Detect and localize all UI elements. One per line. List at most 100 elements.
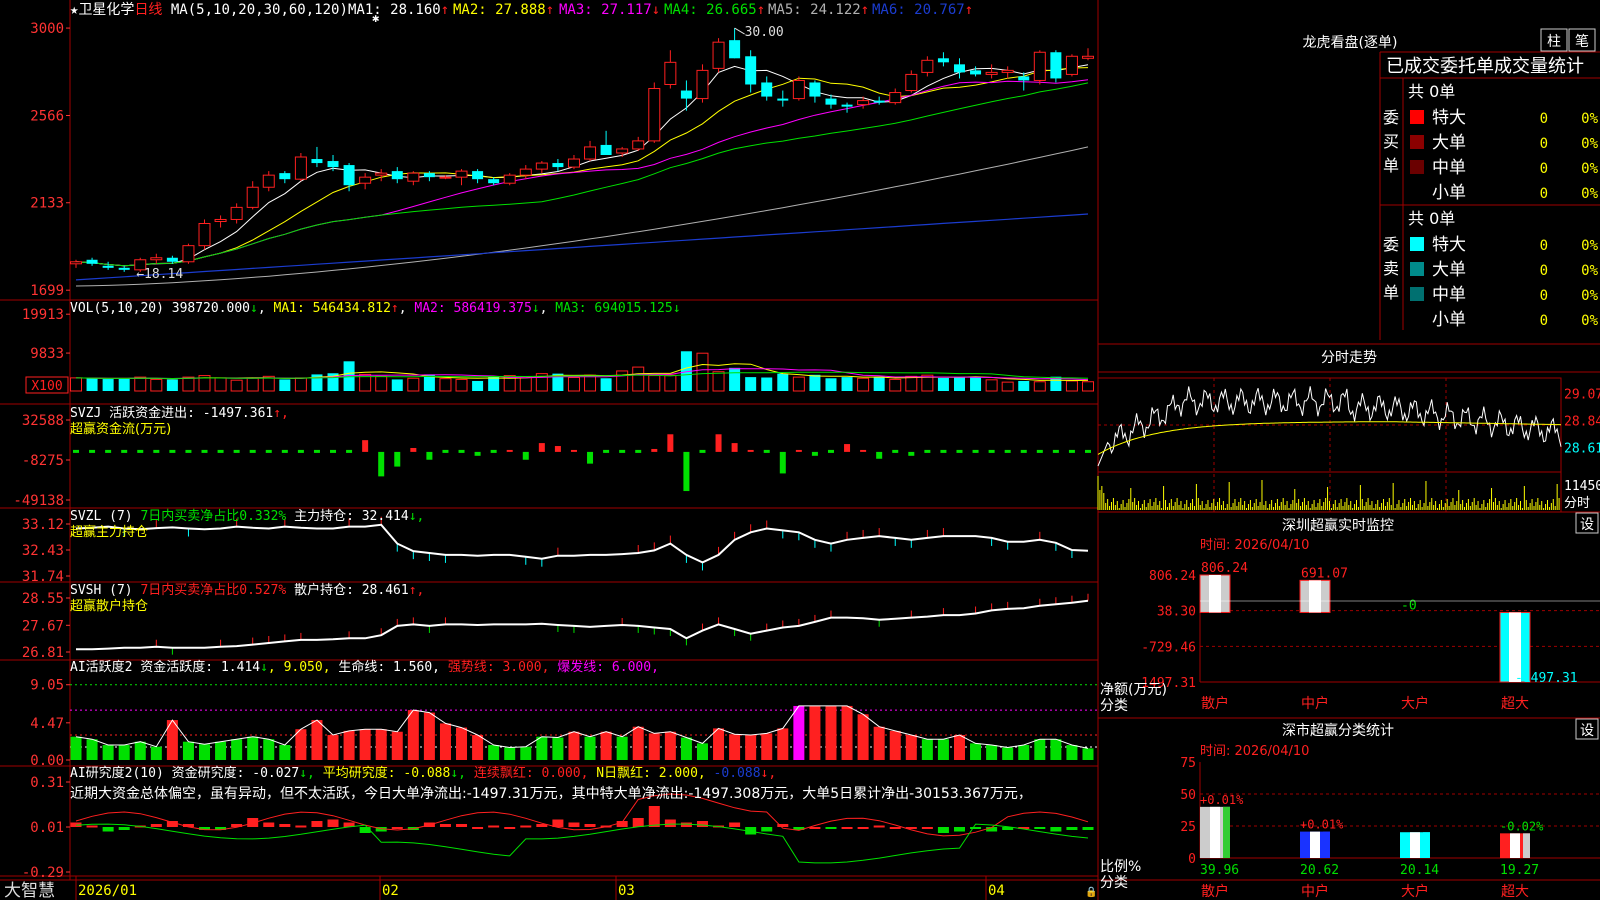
ai1-bar bbox=[295, 729, 307, 760]
vol-header-seg: MA3: 694015.125 bbox=[555, 301, 672, 316]
vol-header-seg: VOL(5,10,20) 398720.000 bbox=[70, 301, 250, 316]
svzj-bar bbox=[554, 446, 561, 452]
svzj-bar bbox=[715, 434, 722, 452]
buy-row-pct: 0% bbox=[1581, 111, 1598, 127]
candle-body-up bbox=[1001, 69, 1014, 73]
svsh-subtitle: 超赢散户持仓 bbox=[70, 598, 148, 614]
ai1-bar bbox=[504, 747, 516, 760]
svzj-tick-bar bbox=[490, 449, 497, 453]
classify-title: 深市超赢分类统计 bbox=[1282, 722, 1394, 739]
classify-bar-change: +0.01% bbox=[1200, 793, 1244, 807]
svzj-tick-bar bbox=[217, 449, 224, 453]
vol-bar-up bbox=[375, 375, 388, 392]
ai2-header-seg: 平均研究度: -0.088 bbox=[315, 765, 450, 781]
ai2-bar bbox=[584, 824, 596, 827]
classify-bar-highlight bbox=[1410, 832, 1420, 858]
vol-header-seg: , bbox=[258, 301, 274, 316]
svsh-header-seg: ↑, bbox=[409, 583, 425, 598]
stock-chart-canvas[interactable]: 300025662133169930.00←18.14✱★卫星化学日线 MA(5… bbox=[0, 0, 1600, 900]
svsh-line bbox=[76, 599, 1089, 651]
sell-row-label: 特大 bbox=[1432, 235, 1466, 255]
ai2-bar bbox=[921, 827, 933, 829]
candle-body-up bbox=[664, 61, 677, 85]
ai1-bar bbox=[327, 735, 339, 760]
candle-body-down bbox=[488, 179, 500, 184]
ma-value-3: MA3: 27.117↓ bbox=[559, 2, 660, 18]
ma-value-4: MA4: 26.665↑ bbox=[664, 2, 765, 18]
monitor-ytick-label: 38.30 bbox=[1157, 605, 1196, 620]
vol-bar-down bbox=[825, 378, 837, 391]
sell-side-label: 委 bbox=[1383, 235, 1399, 254]
vol-bar-up bbox=[889, 378, 902, 392]
ai1-bar bbox=[86, 739, 98, 760]
classify-bar-name: 散户 bbox=[1201, 883, 1229, 900]
vol-bar-down bbox=[488, 376, 500, 391]
svzl-header-seg: SVZL (7) bbox=[70, 509, 140, 524]
vol-ytick-label: 9833 bbox=[30, 346, 64, 362]
classify-bar-side bbox=[1423, 832, 1430, 858]
svzj-tick-bar bbox=[169, 449, 176, 453]
ai2-header-seg: N日飘红: 2.000, bbox=[588, 765, 705, 781]
monitor-bar-value: -0 bbox=[1401, 598, 1417, 613]
ma-value-6-seg: MA6: 20.767 bbox=[872, 2, 965, 18]
ai2-bar bbox=[102, 827, 114, 832]
ai1-bar bbox=[1018, 745, 1030, 760]
candle-body-up bbox=[1033, 51, 1046, 81]
ai2-header-seg: ↓, bbox=[299, 766, 315, 781]
svzj-tick-bar bbox=[73, 449, 79, 453]
vol-bar-down bbox=[729, 367, 741, 391]
candle-body-up bbox=[696, 69, 709, 100]
vol-bar-up bbox=[792, 376, 805, 392]
ma-line-3 bbox=[75, 79, 1089, 267]
svzj-tick-bar bbox=[1052, 449, 1059, 453]
vol-bar-down bbox=[809, 374, 821, 391]
sell-row-label: 大单 bbox=[1432, 260, 1466, 280]
svzj-tick-bar bbox=[442, 449, 449, 453]
candle-body-up bbox=[246, 186, 259, 208]
svzj-bar bbox=[811, 451, 818, 456]
classify-time: 时间: 2026/04/10 bbox=[1200, 744, 1309, 759]
svzj-ytick-label: -8275 bbox=[22, 453, 64, 469]
ai2-bar bbox=[1066, 827, 1078, 830]
svzj-tick-bar bbox=[297, 449, 304, 453]
ai1-bar bbox=[263, 739, 275, 760]
candle-body-up bbox=[359, 176, 372, 184]
monitor-bar-highlight bbox=[1309, 580, 1321, 613]
vol-bar-up bbox=[857, 377, 870, 392]
candle-body-up bbox=[182, 245, 195, 263]
ai2-ytick-label: 0.01 bbox=[30, 820, 64, 836]
classify-bar-side bbox=[1223, 806, 1230, 858]
vol-bar-down bbox=[118, 378, 130, 391]
svzj-header-seg: SVZJ 活跃资金进出: -1497.361 bbox=[70, 405, 273, 421]
svzj-tick-bar bbox=[924, 449, 931, 453]
candle-body-up bbox=[905, 73, 918, 92]
candle-body-down bbox=[680, 90, 692, 99]
ai1-header-seg: 强势线: 3.000, bbox=[440, 659, 549, 675]
vol-bar-up bbox=[696, 352, 709, 392]
buy-swatch-0 bbox=[1410, 110, 1424, 124]
intraday-ytick-label: 28.84 bbox=[1564, 414, 1600, 429]
monitor-bar-name: 大户 bbox=[1401, 695, 1429, 712]
ai2-bar bbox=[504, 827, 516, 829]
svzj-bar bbox=[747, 449, 754, 452]
svzj-tick-bar bbox=[137, 449, 144, 453]
svzj-bar bbox=[844, 444, 851, 452]
vol-bar-up bbox=[150, 378, 163, 392]
candle-body-up bbox=[455, 170, 468, 178]
svsh-header: SVSH (7) 7日内买卖净占比0.527% 散户持仓: 28.461↑, bbox=[70, 582, 424, 598]
ai1-header-seg: AI活跃度2 资金活跃度: 1.414 bbox=[70, 659, 260, 675]
vol-bar-down bbox=[777, 373, 789, 391]
sell-side-label: 卖 bbox=[1383, 259, 1399, 278]
monitor-ytick-label: 806.24 bbox=[1149, 569, 1196, 584]
vol-bar-up bbox=[230, 379, 243, 392]
ai1-bar bbox=[472, 735, 484, 760]
vol-bar-down bbox=[166, 379, 178, 391]
candle-body-down bbox=[809, 82, 821, 97]
ai1-bar bbox=[343, 730, 355, 760]
svzj-tick-bar bbox=[1020, 449, 1027, 453]
svzj-bar bbox=[506, 449, 513, 452]
svzj-tick-bar bbox=[1004, 449, 1011, 453]
vol-bar-up bbox=[519, 376, 532, 392]
candle-body-up bbox=[792, 79, 805, 100]
ai1-bar bbox=[568, 731, 580, 760]
